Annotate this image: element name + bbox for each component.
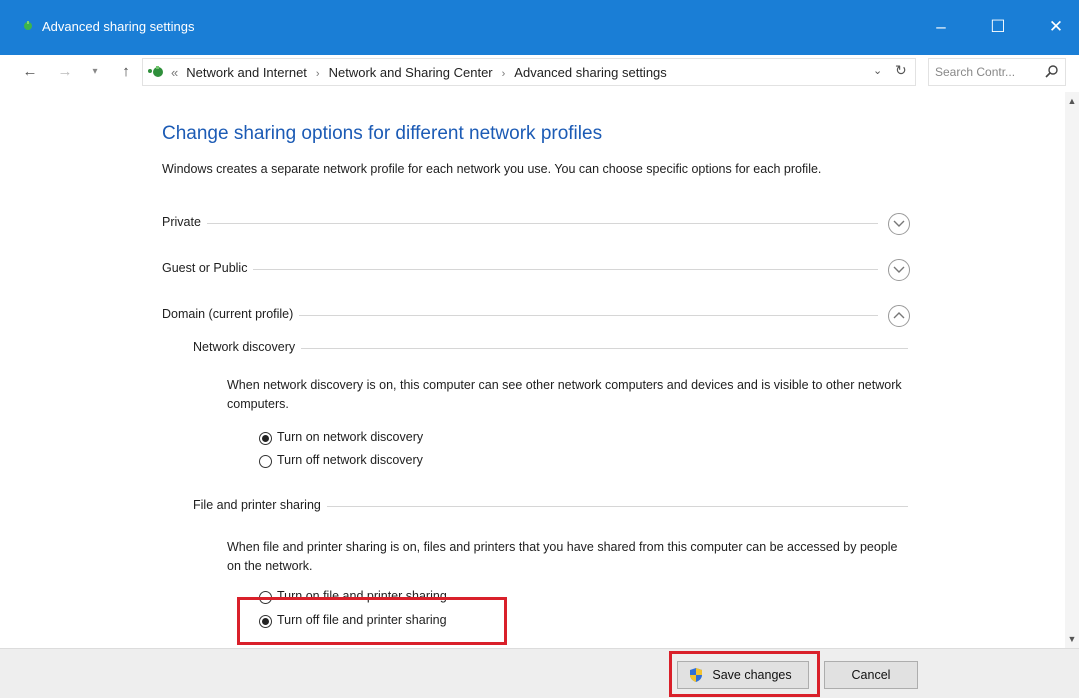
divider	[162, 269, 878, 270]
close-button[interactable]: ✕	[1036, 10, 1076, 44]
save-changes-button[interactable]: Save changes	[677, 661, 809, 689]
uac-shield-icon	[690, 668, 702, 682]
back-arrow-icon[interactable]: ←	[20, 61, 40, 83]
address-box[interactable]: « Network and Internet › Network and Sharin…	[142, 58, 916, 86]
maximize-button[interactable]: ☐	[978, 10, 1018, 44]
forward-arrow-icon[interactable]: →	[55, 61, 75, 83]
network-location-icon	[148, 66, 163, 77]
profile-guest-public[interactable]: Guest or Public	[162, 259, 910, 281]
profile-label[interactable]: Domain (current profile)	[162, 307, 300, 321]
file-printer-sharing-section: File and printer sharing	[193, 498, 908, 516]
breadcrumb-overflow[interactable]: «	[171, 65, 178, 80]
network-icon	[24, 21, 32, 30]
cancel-button[interactable]: Cancel	[824, 661, 918, 689]
page-title: Change sharing options for different net…	[162, 123, 603, 144]
refresh-icon[interactable]: ↻	[895, 62, 907, 79]
scroll-up-icon[interactable]: ▲	[1065, 96, 1079, 106]
breadcrumb-network-internet[interactable]: Network and Internet	[186, 65, 307, 80]
section-title: Network discovery	[193, 340, 302, 354]
breadcrumb-network-sharing-center[interactable]: Network and Sharing Center	[329, 65, 493, 80]
file-printer-sharing-description: When file and printer sharing is on, fil…	[227, 540, 898, 573]
divider	[162, 223, 878, 224]
breadcrumb: « Network and Internet › Network and Sharin…	[171, 65, 667, 80]
footer-bar: Save changes Cancel	[0, 648, 1079, 698]
radio-label[interactable]: Turn on network discovery	[277, 430, 423, 444]
address-bar: ← → ▾ ↑ « Network and Internet › Network an…	[0, 55, 1079, 89]
highlight-box	[237, 597, 507, 645]
network-discovery-description: When network discovery is on, this compu…	[227, 378, 902, 411]
title-bar: Advanced sharing settings – ☐ ✕	[0, 0, 1079, 55]
chevron-up-icon[interactable]	[888, 305, 910, 327]
vertical-scrollbar[interactable]: ▲ ▼	[1065, 92, 1079, 648]
scroll-down-icon[interactable]: ▼	[1065, 634, 1079, 644]
profile-private[interactable]: Private	[162, 213, 910, 235]
chevron-down-icon[interactable]: ⌄	[873, 64, 882, 77]
recent-locations-icon[interactable]: ▾	[85, 61, 105, 83]
chevron-down-icon[interactable]	[888, 213, 910, 235]
search-box[interactable]	[928, 58, 1066, 86]
profile-label[interactable]: Private	[162, 215, 207, 229]
profile-label[interactable]: Guest or Public	[162, 261, 254, 275]
chevron-down-icon[interactable]	[888, 259, 910, 281]
breadcrumb-separator[interactable]: ›	[502, 68, 506, 80]
profile-domain[interactable]: Domain (current profile)	[162, 305, 910, 327]
window-title: Advanced sharing settings	[42, 19, 195, 34]
page-description: Windows creates a separate network profi…	[162, 162, 822, 176]
search-icon[interactable]	[1044, 64, 1060, 80]
radio-button[interactable]	[259, 455, 272, 468]
save-changes-label: Save changes	[712, 668, 792, 682]
up-arrow-icon[interactable]: ↑	[116, 61, 136, 83]
network-discovery-section: Network discovery	[193, 340, 908, 358]
breadcrumb-advanced-sharing[interactable]: Advanced sharing settings	[514, 65, 666, 80]
radio-button[interactable]	[259, 432, 272, 445]
breadcrumb-separator[interactable]: ›	[316, 68, 320, 80]
search-input[interactable]	[935, 63, 1035, 81]
main-content: Change sharing options for different net…	[0, 89, 1065, 648]
radio-label[interactable]: Turn off network discovery	[277, 453, 423, 467]
section-title: File and printer sharing	[193, 498, 327, 512]
minimize-button[interactable]: –	[921, 10, 961, 44]
